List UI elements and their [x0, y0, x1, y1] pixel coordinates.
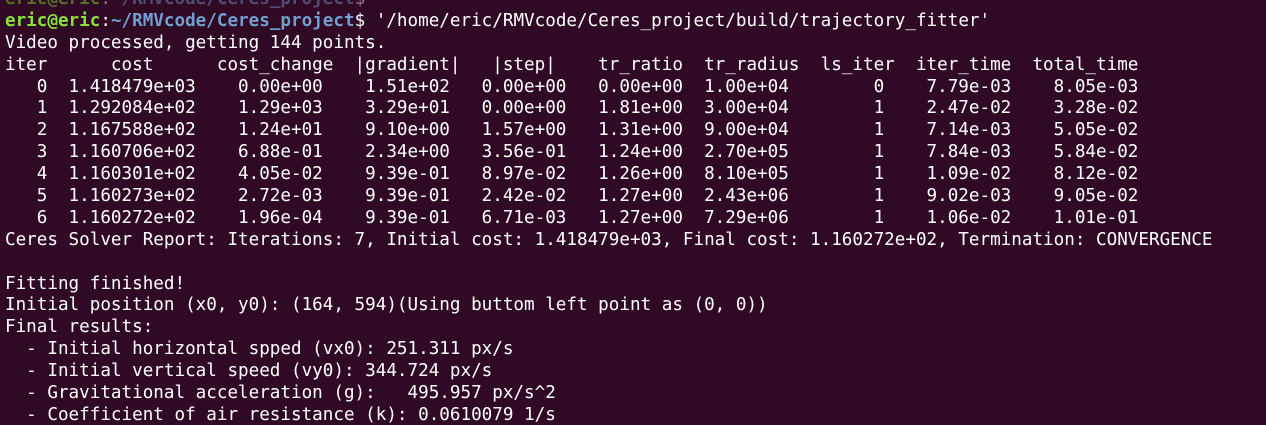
prompt-symbol: $ [354, 10, 366, 31]
terminal-window[interactable]: eric@eric:~/RMVcode/Ceres_project$ eric@… [0, 0, 1266, 425]
fitting-finished: Fitting finished! [5, 273, 186, 294]
table-row: 4 1.160301e+02 4.05e-02 9.39e-01 8.97e-0… [5, 164, 1139, 185]
solver-report: Ceres Solver Report: Iterations: 7, Init… [5, 229, 1213, 250]
table-row: 6 1.160272e+02 1.96e-04 9.39e-01 6.71e-0… [5, 207, 1139, 228]
prompt-separator: : [100, 0, 111, 9]
terminal-output: eric@eric:~/RMVcode/Ceres_project$ eric@… [5, 0, 1213, 425]
table-row: 0 1.418479e+03 0.00e+00 1.51e+02 0.00e+0… [5, 76, 1139, 97]
command-text: '/home/eric/RMVcode/Ceres_project/build/… [365, 10, 991, 31]
initial-position: Initial position (x0, y0): (164, 594)(Us… [5, 295, 768, 316]
table-row: 2 1.167588e+02 1.24e+01 9.10e+00 1.57e+0… [5, 120, 1139, 141]
result-gravity: - Gravitational acceleration (g): 495.95… [5, 383, 556, 404]
prompt-separator: : [100, 10, 111, 31]
table-row: 5 1.160273e+02 2.72e-03 9.39e-01 2.42e-0… [5, 186, 1139, 207]
table-row: 3 1.160706e+02 6.88e-01 2.34e+00 3.56e-0… [5, 142, 1139, 163]
prompt-symbol: $ [355, 0, 366, 9]
output-line-video: Video processed, getting 144 points. [5, 32, 387, 53]
table-header: iter cost cost_change |gradient| |step| … [5, 54, 1139, 75]
final-results-heading: Final results: [5, 317, 154, 338]
previous-prompt-line: eric@eric:~/RMVcode/Ceres_project$ [5, 0, 1213, 11]
prompt-path: ~/RMVcode/Ceres_project [111, 0, 355, 9]
table-row: 1 1.292084e+02 1.29e+03 3.29e+01 0.00e+0… [5, 98, 1139, 119]
prompt-user: eric@eric [5, 10, 101, 31]
result-vx0: - Initial horizontal spped (vx0): 251.31… [5, 339, 514, 360]
result-air-resistance: - Coefficient of air resistance (k): 0.0… [5, 404, 556, 425]
prompt-path: ~/RMVcode/Ceres_project [110, 10, 355, 31]
prompt-user: eric@eric [5, 0, 100, 9]
result-vy0: - Initial vertical speed (vy0): 344.724 … [5, 361, 493, 382]
prompt-line: eric@eric:~/RMVcode/Ceres_project$ '/hom… [5, 11, 1213, 33]
